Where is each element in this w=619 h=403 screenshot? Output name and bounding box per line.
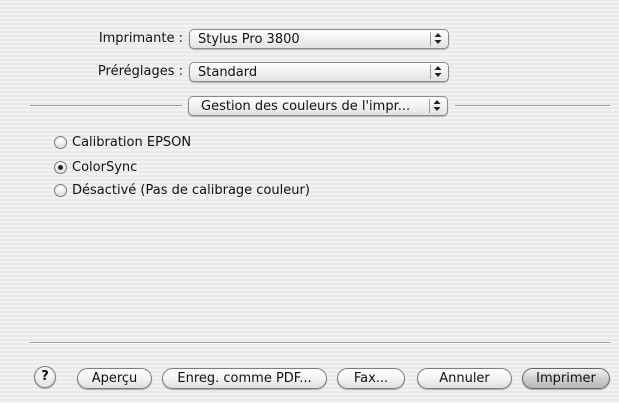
presets-popup[interactable]: Standard <box>189 62 449 82</box>
section-divider-left <box>30 105 182 107</box>
printer-popup[interactable]: Stylus Pro 3800 <box>189 29 449 49</box>
preview-button[interactable]: Aperçu <box>77 368 152 389</box>
save-pdf-button[interactable]: Enreg. comme PDF... <box>162 368 327 389</box>
radio-label: Désactivé (Pas de calibrage couleur) <box>72 183 310 198</box>
popup-arrows-icon <box>429 99 444 113</box>
panel-value: Gestion des couleurs de l'impr... <box>201 99 411 114</box>
panel-popup[interactable]: Gestion des couleurs de l'impr... <box>188 96 448 116</box>
print-button[interactable]: Imprimer <box>522 368 610 389</box>
presets-label: Préréglages : <box>97 64 183 79</box>
radio-on-icon <box>54 161 67 174</box>
section-divider-right <box>455 105 610 107</box>
fax-button[interactable]: Fax... <box>337 368 405 389</box>
printer-value: Stylus Pro 3800 <box>198 32 300 47</box>
cancel-button[interactable]: Annuler <box>417 368 512 389</box>
popup-arrows-icon <box>430 32 445 46</box>
presets-value: Standard <box>198 65 258 80</box>
printer-label: Imprimante : <box>98 31 183 46</box>
radio-off-icon <box>54 136 67 149</box>
help-button[interactable]: ? <box>34 366 56 388</box>
popup-arrows-icon <box>430 65 445 79</box>
radio-off-icon <box>54 184 67 197</box>
radio-label: ColorSync <box>72 160 138 175</box>
bottom-divider <box>30 342 610 344</box>
radio-label: Calibration EPSON <box>72 135 192 150</box>
